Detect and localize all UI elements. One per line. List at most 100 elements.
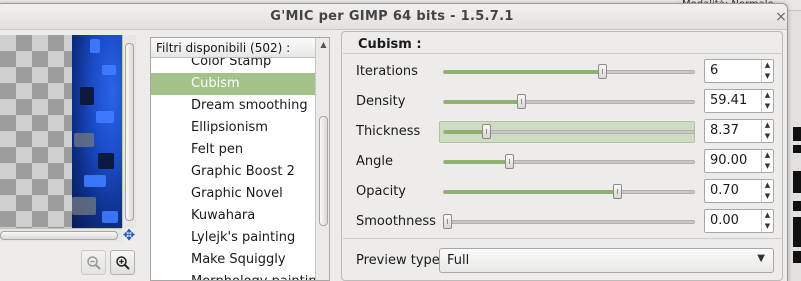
param-row-opacity: Opacity 0.70 ▲ ▼ [342,179,784,205]
image-detail [102,211,118,223]
param-slider[interactable] [443,70,695,74]
zoom-in-icon [116,256,130,270]
background-block [793,217,801,247]
image-detail [102,65,116,75]
filter-item[interactable]: Kuwahara [151,205,315,227]
param-spinbox[interactable]: 0.70 ▲ ▼ [704,179,774,203]
spin-up-icon[interactable]: ▲ [762,60,773,71]
param-slider[interactable] [443,190,695,194]
filter-list-scrollbar[interactable]: ▲ [315,38,329,280]
preview-canvas[interactable] [0,35,122,228]
spin-buttons: ▲ ▼ [761,180,773,202]
slider-thumb[interactable] [517,94,526,109]
background-block [793,127,801,141]
image-detail [98,153,114,169]
image-detail [80,87,94,105]
param-label: Iterations [356,64,418,79]
param-spinbox[interactable]: 59.41 ▲ ▼ [704,89,774,113]
image-detail [74,133,94,147]
window-title: G'MIC per GIMP 64 bits - 1.5.7.1 [270,9,514,24]
spin-up-icon[interactable]: ▲ [762,180,773,191]
filter-item[interactable]: Graphic Novel [151,183,315,205]
image-detail [96,111,114,123]
zoom-in-button[interactable] [110,250,135,275]
zoom-out-button[interactable] [81,250,106,275]
background-block [793,145,801,153]
spin-up-icon[interactable]: ▲ [762,150,773,161]
preview-vertical-scrollbar[interactable] [122,35,136,228]
slider-thumb[interactable] [598,64,607,79]
filter-list-scroll-thumb[interactable] [319,116,328,226]
filter-item[interactable]: Graphic Boost 2 [151,161,315,183]
spinbox-value[interactable]: 0.70 [710,183,739,198]
param-spinbox[interactable]: 90.00 ▲ ▼ [704,149,774,173]
slider-fill [444,190,618,194]
spin-up-icon[interactable]: ▲ [762,90,773,101]
spin-down-icon[interactable]: ▼ [762,101,773,112]
param-row-density: Density 59.41 ▲ ▼ [342,89,784,115]
slider-fill [444,130,487,134]
spin-down-icon[interactable]: ▼ [762,161,773,172]
slider-thumb[interactable] [505,154,514,169]
preview-horizontal-scroll-thumb[interactable] [0,231,118,240]
preview-image [72,35,122,228]
zoom-out-icon [87,256,101,270]
filter-title: Cubism : [358,37,422,52]
slider-fill [444,100,522,104]
filter-items: Color Stamp Cubism Dream smoothing Ellip… [151,51,315,280]
spin-down-icon[interactable]: ▼ [762,131,773,142]
slider-fill [444,160,510,164]
filter-item[interactable]: Make Squiggly [151,249,315,271]
gmic-screen: Modalità: Normale G'MIC per GIMP 64 bits… [0,0,801,281]
param-slider[interactable] [443,100,695,104]
filter-item[interactable]: Morphology painting [151,271,315,280]
param-slider[interactable] [443,130,695,134]
filter-item[interactable]: Ellipsionism [151,117,315,139]
spinbox-value[interactable]: 8.37 [710,123,739,138]
param-spinbox[interactable]: 6 ▲ ▼ [704,59,774,83]
preview-horizontal-scrollbar[interactable] [0,228,122,242]
background-block [793,201,801,211]
filter-item[interactable]: Lylejk's painting [151,227,315,249]
background-block [793,171,801,193]
param-label: Smoothness [356,214,436,229]
scroll-up-icon[interactable]: ▲ [316,38,329,52]
slider-thumb[interactable] [613,184,622,199]
spin-buttons: ▲ ▼ [761,120,773,142]
filter-item-selected[interactable]: Cubism [151,73,315,95]
param-label: Angle [356,154,393,169]
spin-up-icon[interactable]: ▲ [762,210,773,221]
close-button[interactable]: × [774,10,788,24]
preview-vertical-scroll-thumb[interactable] [125,43,134,221]
move-icon[interactable]: ✥ [122,228,136,243]
filter-list-header[interactable]: Filtri disponibili (502) : [151,38,315,58]
spin-down-icon[interactable]: ▼ [762,221,773,232]
spin-up-icon[interactable]: ▲ [762,120,773,131]
filter-list[interactable]: Color Stamp Cubism Dream smoothing Ellip… [150,37,330,281]
dropdown-arrow-icon: ▼ [757,253,765,264]
spinbox-value[interactable]: 90.00 [710,153,747,168]
spin-down-icon[interactable]: ▼ [762,71,773,82]
title-bar[interactable]: G'MIC per GIMP 64 bits - 1.5.7.1 × [0,4,787,30]
param-spinbox[interactable]: 8.37 ▲ ▼ [704,119,774,143]
divider [343,53,783,54]
filter-item[interactable]: Felt pen [151,139,315,161]
param-row-angle: Angle 90.00 ▲ ▼ [342,149,784,175]
background-block [793,251,801,263]
filter-item[interactable]: Dream smoothing [151,95,315,117]
param-slider[interactable] [443,220,695,224]
slider-thumb[interactable] [482,124,491,139]
image-detail [72,197,96,215]
spinbox-value[interactable]: 0.00 [710,213,739,228]
preview-type-value: Full [447,253,470,268]
spin-buttons: ▲ ▼ [761,210,773,232]
spinbox-value[interactable]: 6 [710,63,718,78]
spin-down-icon[interactable]: ▼ [762,191,773,202]
spinbox-value[interactable]: 59.41 [710,93,747,108]
preview-type-select[interactable]: Full ▼ [439,248,774,273]
image-detail [90,39,100,53]
slider-thumb[interactable] [443,214,452,229]
param-spinbox[interactable]: 0.00 ▲ ▼ [704,209,774,233]
param-slider[interactable] [443,160,695,164]
preview-type-label: Preview type [356,253,440,268]
